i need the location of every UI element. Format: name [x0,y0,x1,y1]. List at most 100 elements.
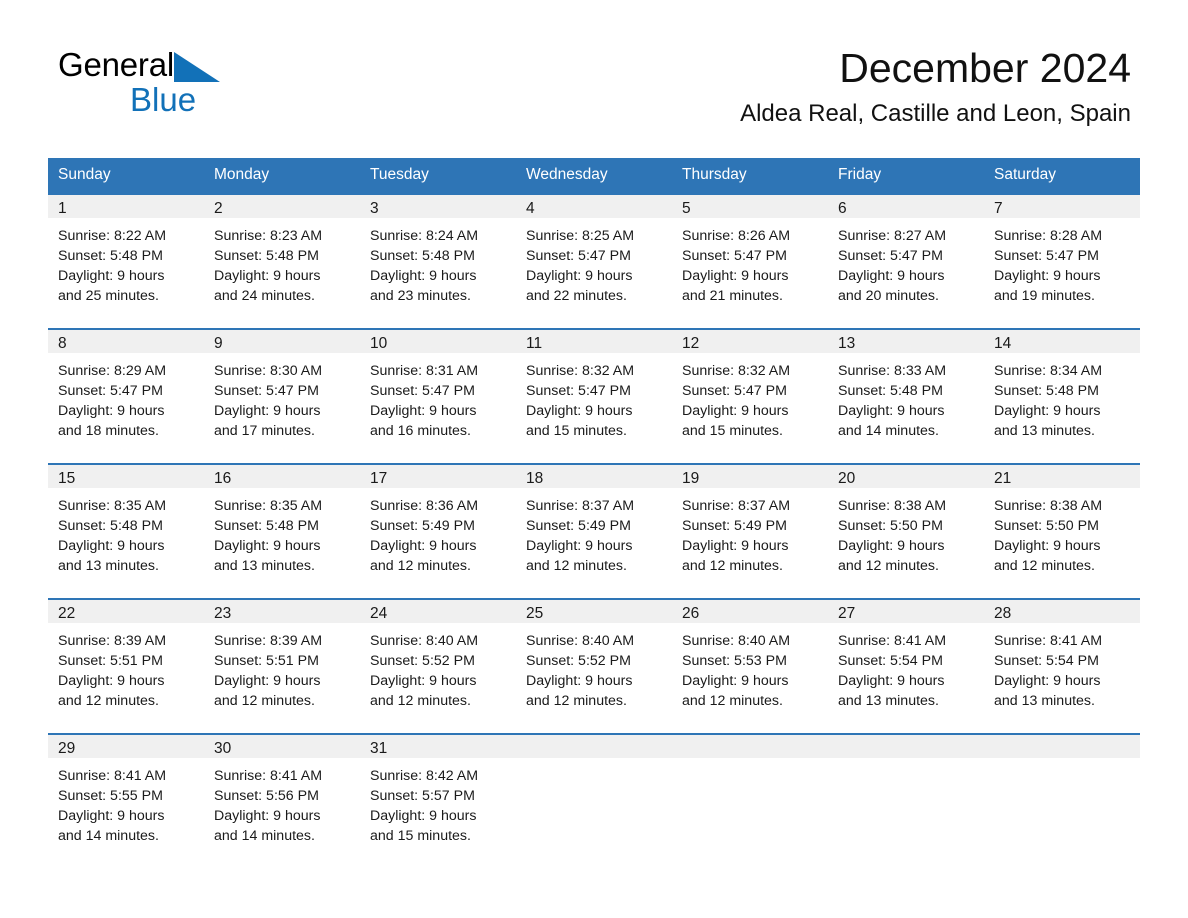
calendar-page: General Blue December 2024 Aldea Real, C… [0,0,1188,918]
day-number: 14 [984,330,1140,353]
day-daylight-line-text: and 12 minutes. [526,558,627,575]
day-details: Sunrise: 8:37 AM Sunset: 5:49 PM Daylight:… [672,488,828,577]
day-cell[interactable]: 2 Sunrise: 8:23 AM Sunset: 5:48 PM Daylight… [204,193,360,329]
day-daylight-line-text: and 18 minutes. [58,423,159,440]
day-cell[interactable]: 26 Sunrise: 8:40 AM Sunset: 5:53 PM Dayligh… [672,598,828,734]
day-sunrise-text: Sunrise: 8:41 AM [214,768,323,784]
day-sunset-text: Sunset: 5:47 PM [526,248,631,265]
day-daylight-line-text: and 12 minutes. [526,693,627,710]
day-number: 20 [828,465,984,488]
day-number: 2 [204,195,360,218]
day-sunset-text: Sunset: 5:55 PM [58,788,163,805]
day-daylight-line-text: Daylight: 9 hours [58,673,165,690]
day-cell[interactable]: 4 Sunrise: 8:25 AM Sunset: 5:47 PM Daylight… [516,193,672,329]
weekday-header-tuesday: Tuesday [360,158,516,194]
day-sunrise-text: Sunrise: 8:41 AM [838,633,947,649]
day-cell[interactable]: 18 Sunrise: 8:37 AM Sunset: 5:49 PM Dayligh… [516,463,672,599]
day-number: 10 [360,330,516,353]
day-details: Sunrise: 8:41 AM Sunset: 5:55 PM Daylight:… [48,758,204,847]
day-cell[interactable]: 12 Sunrise: 8:32 AM Sunset: 5:47 PM Dayligh… [672,328,828,464]
day-daylight-line-text: and 12 minutes. [838,558,939,575]
day-details: Sunrise: 8:40 AM Sunset: 5:52 PM Daylight:… [516,623,672,712]
day-daylight-line-text: Daylight: 9 hours [214,538,321,555]
day-sunrise-text: Sunrise: 8:29 AM [58,363,167,379]
calendar-body: 1 Sunrise: 8:22 AM Sunset: 5:48 PM Daylight… [48,193,1140,854]
day-sunset-text: Sunset: 5:48 PM [214,248,319,265]
day-sunrise-text: Sunrise: 8:37 AM [526,498,635,514]
day-sunset-text: Sunset: 5:47 PM [214,383,319,400]
day-sunset-text: Sunset: 5:53 PM [682,653,787,670]
day-details: Sunrise: 8:29 AM Sunset: 5:47 PM Daylight:… [48,353,204,442]
day-daylight-line-text: Daylight: 9 hours [370,673,477,690]
day-daylight-line-text: Daylight: 9 hours [682,673,789,690]
day-daylight-line-text: and 20 minutes. [838,288,939,305]
day-cell[interactable]: 11 Sunrise: 8:32 AM Sunset: 5:47 PM Dayligh… [516,328,672,464]
day-sunset-text: Sunset: 5:48 PM [58,518,163,535]
day-sunrise-text: Sunrise: 8:23 AM [214,228,323,244]
day-cell[interactable]: 23 Sunrise: 8:39 AM Sunset: 5:51 PM Dayligh… [204,598,360,734]
day-number: 4 [516,195,672,218]
day-cell[interactable]: 1 Sunrise: 8:22 AM Sunset: 5:48 PM Daylight… [48,193,204,329]
day-number: 16 [204,465,360,488]
day-sunrise-text: Sunrise: 8:26 AM [682,228,791,244]
day-daylight-line-text: and 13 minutes. [214,558,315,575]
day-daylight-line-text: Daylight: 9 hours [214,403,321,420]
day-daylight-line-text: Daylight: 9 hours [58,808,165,825]
day-cell[interactable]: 20 Sunrise: 8:38 AM Sunset: 5:50 PM Dayligh… [828,463,984,599]
day-cell[interactable]: 19 Sunrise: 8:37 AM Sunset: 5:49 PM Dayligh… [672,463,828,599]
day-details: Sunrise: 8:41 AM Sunset: 5:54 PM Daylight:… [984,623,1140,712]
day-sunset-text: Sunset: 5:50 PM [838,518,943,535]
day-details: Sunrise: 8:35 AM Sunset: 5:48 PM Daylight:… [48,488,204,577]
day-sunset-text: Sunset: 5:48 PM [214,518,319,535]
day-cell[interactable]: 31 Sunrise: 8:42 AM Sunset: 5:57 PM Dayligh… [360,733,516,854]
day-cell[interactable]: 5 Sunrise: 8:26 AM Sunset: 5:47 PM Daylight… [672,193,828,329]
day-daylight-line-text: and 14 minutes. [838,423,939,440]
day-cell[interactable]: 9 Sunrise: 8:30 AM Sunset: 5:47 PM Daylight… [204,328,360,464]
day-cell[interactable]: 7 Sunrise: 8:28 AM Sunset: 5:47 PM Daylight… [984,193,1140,329]
day-cell[interactable]: 8 Sunrise: 8:29 AM Sunset: 5:47 PM Daylight… [48,328,204,464]
day-details: Sunrise: 8:22 AM Sunset: 5:48 PM Daylight:… [48,218,204,307]
day-cell[interactable]: 24 Sunrise: 8:40 AM Sunset: 5:52 PM Dayligh… [360,598,516,734]
day-daylight-line-text: Daylight: 9 hours [58,403,165,420]
day-sunrise-text: Sunrise: 8:41 AM [58,768,167,784]
day-cell[interactable]: 15 Sunrise: 8:35 AM Sunset: 5:48 PM Dayligh… [48,463,204,599]
day-cell[interactable]: 29 Sunrise: 8:41 AM Sunset: 5:55 PM Dayligh… [48,733,204,854]
day-details: Sunrise: 8:38 AM Sunset: 5:50 PM Daylight:… [984,488,1140,577]
day-daylight-line-text: and 15 minutes. [370,828,471,845]
day-cell[interactable]: 3 Sunrise: 8:24 AM Sunset: 5:48 PM Daylight… [360,193,516,329]
day-details [984,758,1140,766]
day-details: Sunrise: 8:32 AM Sunset: 5:47 PM Daylight:… [516,353,672,442]
day-cell[interactable]: 10 Sunrise: 8:31 AM Sunset: 5:47 PM Dayligh… [360,328,516,464]
day-sunrise-text: Sunrise: 8:25 AM [526,228,635,244]
day-daylight-line-text: and 12 minutes. [682,693,783,710]
calendar-week-row: 22 Sunrise: 8:39 AM Sunset: 5:51 PM Dayligh… [48,598,1140,734]
day-number: 18 [516,465,672,488]
day-daylight-line-text: and 17 minutes. [214,423,315,440]
day-daylight-line-text: Daylight: 9 hours [58,268,165,285]
day-daylight-line-text: and 12 minutes. [370,558,471,575]
day-sunrise-text: Sunrise: 8:40 AM [682,633,791,649]
brand-logo[interactable]: General Blue [58,48,278,118]
day-daylight-line-text: Daylight: 9 hours [214,808,321,825]
day-details [828,758,984,766]
day-sunrise-text: Sunrise: 8:39 AM [58,633,167,649]
day-cell[interactable]: 16 Sunrise: 8:35 AM Sunset: 5:48 PM Dayligh… [204,463,360,599]
day-cell[interactable]: 6 Sunrise: 8:27 AM Sunset: 5:47 PM Daylight… [828,193,984,329]
day-cell[interactable]: 27 Sunrise: 8:41 AM Sunset: 5:54 PM Dayligh… [828,598,984,734]
day-cell[interactable]: 14 Sunrise: 8:34 AM Sunset: 5:48 PM Dayligh… [984,328,1140,464]
calendar-week-row: 1 Sunrise: 8:22 AM Sunset: 5:48 PM Daylight… [48,193,1140,329]
day-daylight-line-text: Daylight: 9 hours [526,403,633,420]
day-sunset-text: Sunset: 5:47 PM [994,248,1099,265]
day-cell[interactable]: 25 Sunrise: 8:40 AM Sunset: 5:52 PM Dayligh… [516,598,672,734]
day-daylight-line-text: and 23 minutes. [370,288,471,305]
day-cell[interactable]: 30 Sunrise: 8:41 AM Sunset: 5:56 PM Dayligh… [204,733,360,854]
day-number [984,735,1140,758]
day-cell[interactable]: 17 Sunrise: 8:36 AM Sunset: 5:49 PM Dayligh… [360,463,516,599]
day-details: Sunrise: 8:27 AM Sunset: 5:47 PM Daylight:… [828,218,984,307]
day-cell[interactable]: 13 Sunrise: 8:33 AM Sunset: 5:48 PM Dayligh… [828,328,984,464]
calendar-table: Sunday Monday Tuesday Wednesday Thursday… [48,158,1140,854]
day-cell[interactable]: 21 Sunrise: 8:38 AM Sunset: 5:50 PM Dayligh… [984,463,1140,599]
day-cell[interactable]: 28 Sunrise: 8:41 AM Sunset: 5:54 PM Dayligh… [984,598,1140,734]
day-sunrise-text: Sunrise: 8:30 AM [214,363,323,379]
day-cell[interactable]: 22 Sunrise: 8:39 AM Sunset: 5:51 PM Dayligh… [48,598,204,734]
